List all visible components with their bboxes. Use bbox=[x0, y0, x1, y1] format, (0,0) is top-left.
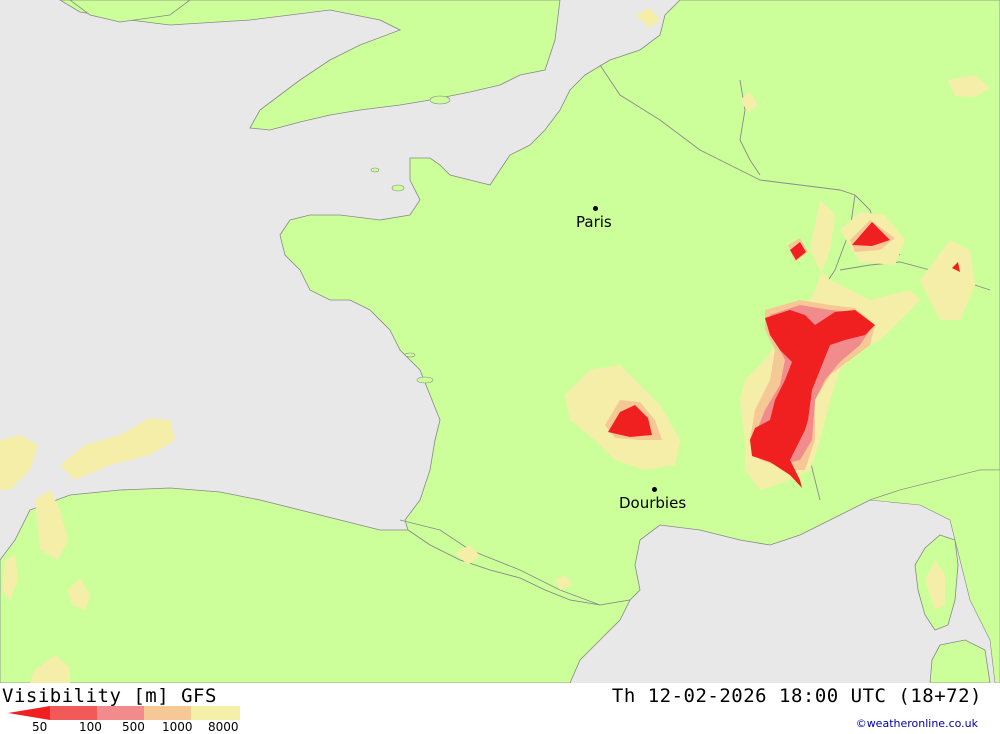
isle-of-wight bbox=[429, 95, 451, 105]
legend-swatch-500 bbox=[97, 706, 144, 720]
map-title: Visibility [m] GFS bbox=[2, 685, 217, 707]
legend-swatch-1000 bbox=[144, 706, 191, 720]
legend-tick-1000: 1000 bbox=[162, 720, 193, 734]
legend-swatch-8000 bbox=[191, 706, 240, 720]
city-label-dourbies: Dourbies bbox=[619, 494, 687, 512]
legend-tick-500: 500 bbox=[122, 720, 145, 734]
legend-tick-8000: 8000 bbox=[208, 720, 239, 734]
forecast-datetime: Th 12-02-2026 18:00 UTC (18+72) bbox=[611, 685, 982, 707]
legend-swatch-50 bbox=[8, 706, 50, 720]
legend-swatch-100 bbox=[50, 706, 97, 720]
legend-tick-50: 50 bbox=[32, 720, 48, 734]
legend-tick-100: 100 bbox=[79, 720, 102, 734]
legend-color-bar bbox=[8, 706, 240, 720]
credit-link[interactable]: ©weatheronline.co.uk bbox=[856, 717, 978, 730]
visibility-map bbox=[0, 0, 1000, 683]
dourbies-dot bbox=[652, 487, 657, 492]
paris-dot bbox=[593, 206, 598, 211]
map-footer: Visibility [m] GFS Th 12-02-2026 18:00 U… bbox=[0, 683, 1000, 734]
city-label-paris: Paris bbox=[576, 213, 612, 231]
